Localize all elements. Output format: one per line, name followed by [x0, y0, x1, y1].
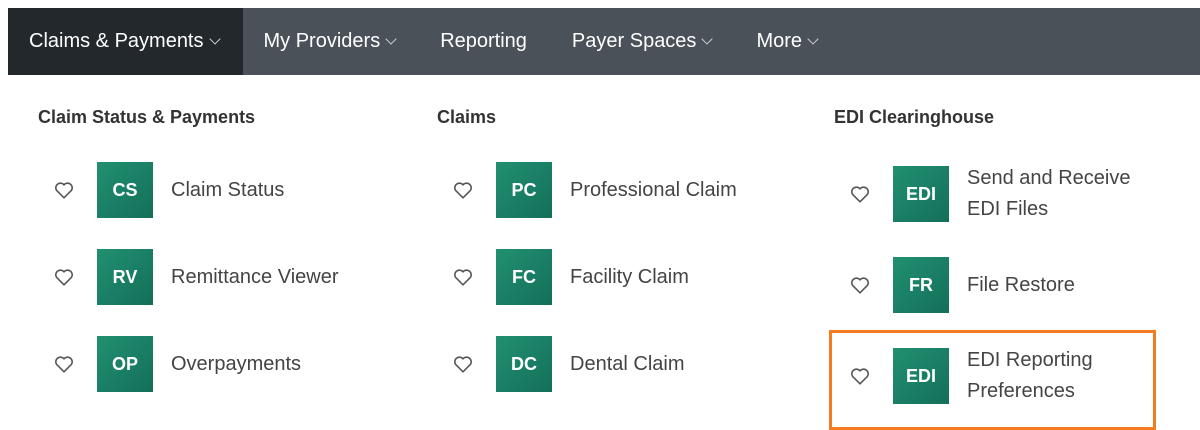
highlight-box	[829, 330, 1156, 430]
heart-outline-icon[interactable]	[452, 266, 474, 288]
menu-item-send-receive-edi[interactable]: EDI Send and Receive EDI Files	[849, 166, 1130, 222]
nav-label: My Providers	[263, 30, 381, 52]
menu-item-label: Send and Receive EDI Files	[967, 163, 1130, 225]
heart-outline-icon[interactable]	[53, 179, 75, 201]
column-heading-edi-clearinghouse: EDI Clearinghouse	[834, 107, 995, 127]
menu-item-label: Dental Claim	[570, 352, 685, 375]
menu-item-overpayments[interactable]: OP Overpayments	[53, 336, 301, 392]
app-badge: EDI	[893, 166, 949, 222]
nav-label: Payer Spaces	[571, 30, 697, 52]
nav-label: Claims & Payments	[29, 30, 204, 52]
column-heading-claim-status: Claim Status & Payments	[38, 107, 256, 127]
heart-outline-icon[interactable]	[452, 353, 474, 375]
heart-outline-icon[interactable]	[849, 274, 871, 296]
column-heading-claims: Claims	[437, 107, 497, 127]
app-badge: RV	[97, 249, 153, 305]
nav-more[interactable]: More	[735, 8, 841, 75]
app-badge: DC	[496, 336, 552, 392]
app-badge: OP	[97, 336, 153, 392]
chevron-down-icon	[208, 32, 221, 45]
chevron-down-icon	[385, 32, 397, 45]
menu-item-professional-claim[interactable]: PC Professional Claim	[452, 162, 737, 218]
nav-label: Reporting	[440, 30, 527, 52]
app-badge: CS	[97, 162, 153, 218]
page-heading-fragment	[0, 0, 1200, 8]
menu-item-remittance-viewer[interactable]: RV Remittance Viewer	[53, 249, 338, 305]
menu-item-label: Claim Status	[171, 178, 285, 201]
app-badge: FC	[496, 249, 552, 305]
app-badge: PC	[496, 162, 552, 218]
label-line: Send and Receive	[967, 167, 1131, 189]
chevron-down-icon	[701, 32, 714, 45]
nav-payer-spaces[interactable]: Payer Spaces	[551, 8, 736, 75]
heart-outline-icon[interactable]	[452, 179, 474, 201]
menu-item-claim-status[interactable]: CS Claim Status	[53, 162, 284, 218]
menu-item-label: Facility Claim	[570, 265, 689, 288]
main-navbar: Claims & Payments My Providers Reporting…	[8, 8, 1200, 75]
menu-item-label: File Restore	[967, 273, 1075, 296]
menu-item-dental-claim[interactable]: DC Dental Claim	[452, 336, 684, 392]
menu-item-label: Overpayments	[171, 352, 302, 375]
label-line: EDI Files	[967, 198, 1049, 220]
menu-item-facility-claim[interactable]: FC Facility Claim	[452, 249, 689, 305]
menu-item-label: Professional Claim	[570, 178, 737, 201]
heart-outline-icon[interactable]	[53, 353, 75, 375]
nav-claims-payments[interactable]: Claims & Payments	[8, 8, 243, 75]
app-badge: FR	[893, 257, 949, 313]
chevron-down-icon	[807, 32, 819, 45]
nav-label: More	[756, 30, 803, 52]
menu-item-file-restore[interactable]: FR File Restore	[849, 257, 1075, 313]
heart-outline-icon[interactable]	[53, 266, 75, 288]
nav-reporting[interactable]: Reporting	[419, 8, 551, 75]
heart-outline-icon[interactable]	[849, 183, 871, 205]
nav-my-providers[interactable]: My Providers	[243, 8, 420, 75]
menu-item-label: Remittance Viewer	[171, 265, 339, 288]
